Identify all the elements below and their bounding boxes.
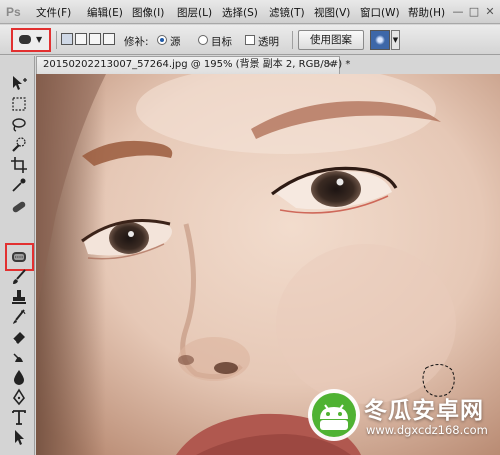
chevron-down-icon: ▼ bbox=[36, 35, 43, 44]
transparent-checkbox[interactable] bbox=[245, 35, 255, 45]
history-brush-tool-icon[interactable] bbox=[10, 308, 28, 326]
chevron-down-icon[interactable]: ▼ bbox=[391, 30, 400, 50]
source-label: 源 bbox=[170, 36, 181, 48]
separator bbox=[56, 31, 57, 49]
menu-layer[interactable]: 图层(L) bbox=[177, 5, 212, 20]
document-tab[interactable]: 20150202213007_57264.jpg @ 195% (背景 副本 2… bbox=[36, 56, 350, 74]
blur-tool-icon[interactable] bbox=[10, 368, 28, 386]
clone-stamp-tool-icon[interactable] bbox=[10, 288, 28, 306]
patch-label: 修补: bbox=[124, 36, 149, 48]
menu-window[interactable]: 窗口(W) bbox=[360, 5, 400, 20]
menu-select[interactable]: 选择(S) bbox=[222, 5, 258, 20]
eyedropper-tool-icon[interactable] bbox=[10, 176, 28, 194]
tool-preset-picker[interactable]: ▼ bbox=[11, 28, 51, 52]
menu-filter[interactable]: 滤镜(T) bbox=[269, 5, 305, 20]
menu-image[interactable]: 图像(I) bbox=[132, 5, 164, 20]
destination-label: 目标 bbox=[211, 36, 232, 48]
close-window-button[interactable]: ✕ bbox=[482, 4, 498, 19]
destination-radio[interactable] bbox=[198, 35, 208, 45]
lasso-tool-icon[interactable] bbox=[10, 116, 28, 134]
close-icon[interactable]: × bbox=[326, 57, 334, 73]
intersect-selection-button[interactable] bbox=[103, 33, 115, 45]
options-bar: ▼ 修补: 源 目标 透明 使用图案 ▼ bbox=[0, 25, 500, 55]
marquee-tool-icon[interactable] bbox=[10, 95, 28, 113]
separator bbox=[292, 31, 293, 49]
healing-brush-tool-icon[interactable] bbox=[10, 198, 28, 216]
add-to-selection-button[interactable] bbox=[75, 33, 87, 45]
move-tool-icon[interactable] bbox=[10, 74, 28, 92]
brush-tool-icon[interactable] bbox=[10, 268, 28, 286]
menu-edit[interactable]: 编辑(E) bbox=[87, 5, 123, 20]
tools-panel bbox=[0, 56, 35, 455]
pattern-picker-swatch[interactable] bbox=[370, 30, 390, 50]
watermark-title: 冬瓜安卓网 bbox=[364, 398, 484, 424]
menu-help[interactable]: 帮助(H) bbox=[408, 5, 445, 20]
pen-tool-icon[interactable] bbox=[10, 388, 28, 406]
transparent-label: 透明 bbox=[258, 36, 279, 48]
path-selection-tool-icon[interactable] bbox=[10, 428, 28, 446]
crop-tool-icon[interactable] bbox=[10, 156, 28, 174]
patch-tool-icon[interactable] bbox=[10, 248, 28, 266]
menu-bar: Ps 文件(F) 编辑(E) 图像(I) 图层(L) 选择(S) 滤镜(T) 视… bbox=[0, 0, 500, 24]
type-tool-icon[interactable] bbox=[10, 408, 28, 426]
android-logo-icon bbox=[308, 389, 360, 441]
watermark: 冬瓜安卓网 www.dgxcdz168.com bbox=[306, 383, 496, 449]
document-title: 20150202213007_57264.jpg @ 195% (背景 副本 2… bbox=[43, 59, 351, 70]
new-selection-button[interactable] bbox=[61, 33, 73, 45]
quick-selection-tool-icon[interactable] bbox=[10, 136, 28, 154]
menu-view[interactable]: 视图(V) bbox=[314, 5, 350, 20]
source-radio[interactable] bbox=[157, 35, 167, 45]
use-pattern-button[interactable]: 使用图案 bbox=[298, 30, 364, 50]
maximize-button[interactable]: □ bbox=[466, 4, 482, 19]
subtract-from-selection-button[interactable] bbox=[89, 33, 101, 45]
eraser-tool-icon[interactable] bbox=[10, 328, 28, 346]
gradient-tool-icon[interactable] bbox=[10, 348, 28, 366]
patch-tool-icon bbox=[19, 35, 31, 44]
menu-file[interactable]: 文件(F) bbox=[36, 5, 71, 20]
minimize-button[interactable]: — bbox=[450, 4, 466, 19]
photoshop-logo: Ps bbox=[6, 5, 21, 19]
watermark-url: www.dgxcdz168.com bbox=[366, 423, 488, 437]
